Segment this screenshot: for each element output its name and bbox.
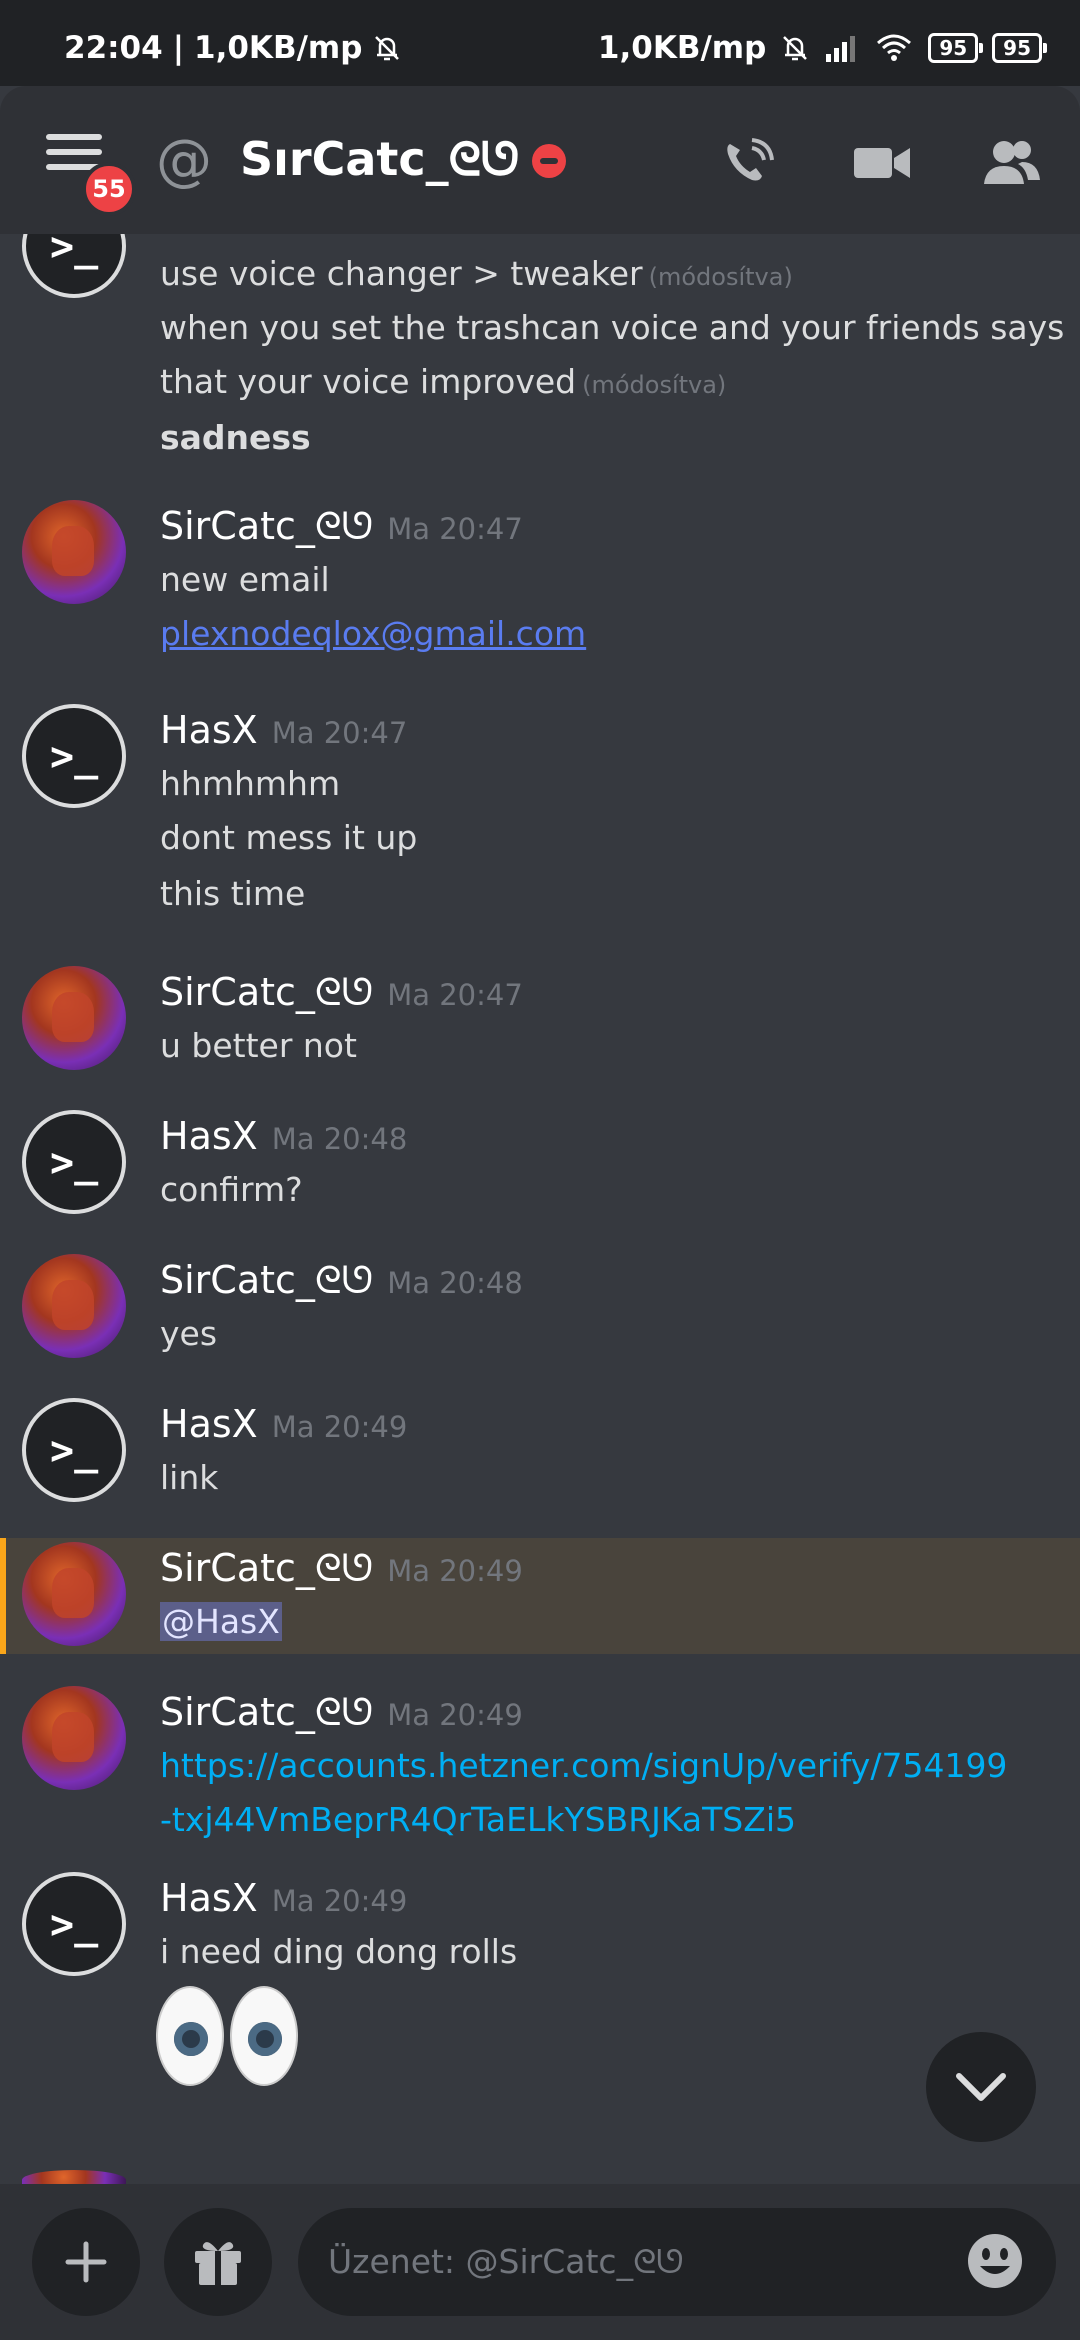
message: >_ HasX Ma 20:47 hhmhmhm dont mess it up …	[0, 704, 1080, 913]
message-line: i need ding dong rolls	[160, 1932, 518, 1971]
author-line: HasX Ma 20:47	[160, 708, 407, 752]
bell-muted-icon	[783, 36, 808, 61]
timestamp: Ma 20:49	[387, 1698, 523, 1732]
avatar[interactable]: >_	[22, 704, 126, 808]
chat-input-bar: Üzenet: @SirCatc_ᘓᘎ	[0, 2184, 1080, 2340]
scroll-to-bottom-button[interactable]	[926, 2032, 1036, 2142]
timestamp: Ma 20:47	[271, 716, 408, 750]
gift-icon	[195, 2242, 241, 2285]
message: >_ HasX Ma 20:49 link	[0, 1398, 1080, 1518]
author-name[interactable]: HasX	[160, 708, 258, 752]
plus-icon	[65, 2241, 107, 2283]
author-name[interactable]: SirCatc_ᘓᘎ	[160, 1546, 373, 1590]
message-line: when you set the trashcan voice and your…	[160, 308, 1065, 347]
timestamp: Ma 20:48	[271, 1122, 408, 1156]
message-line: dont mess it up	[160, 818, 418, 857]
message-input[interactable]: Üzenet: @SirCatc_ᘓᘎ	[298, 2208, 1056, 2316]
timestamp: Ma 20:49	[271, 1884, 408, 1918]
avatar[interactable]	[22, 966, 126, 1070]
battery-indicator: 95	[928, 33, 983, 63]
chevron-down-icon	[956, 2073, 1006, 2101]
voice-call-icon[interactable]	[718, 138, 778, 188]
user-mention[interactable]: @HasX	[160, 1602, 282, 1641]
channel-header: 55 @ SırCatc_ᘓᘎ	[0, 86, 1080, 234]
network-speed-right: 1,0KB/mp	[597, 30, 767, 66]
avatar[interactable]	[22, 1542, 126, 1646]
timestamp: Ma 20:49	[271, 1410, 408, 1444]
message: >_ HasX Ma 20:48 confirm?	[0, 1110, 1080, 1230]
author-line: SirCatc_ᘓᘎ Ma 20:48	[160, 1258, 523, 1303]
message-line: hhmhmhm	[160, 764, 341, 803]
attach-button[interactable]	[32, 2208, 140, 2316]
avatar[interactable]	[22, 1254, 126, 1358]
timestamp: Ma 20:48	[387, 1266, 523, 1300]
message-line: link	[160, 1458, 219, 1497]
avatar[interactable]: >_	[22, 1110, 126, 1214]
author-name[interactable]: HasX	[160, 1876, 258, 1920]
author-line: SirCatc_ᘓᘎ Ma 20:47	[160, 970, 523, 1015]
author-name[interactable]: HasX	[160, 1402, 258, 1446]
members-icon[interactable]	[982, 138, 1042, 188]
message-line: new email	[160, 560, 330, 599]
message-line: @HasX	[160, 1602, 282, 1641]
dnd-status-icon	[532, 144, 566, 178]
author-name[interactable]: SirCatc_ᘓᘎ	[160, 1690, 373, 1734]
message-list[interactable]: >_ use voice changer > tweaker (módosítva…	[0, 234, 1080, 2184]
avatar[interactable]	[22, 2170, 126, 2184]
author-line: SirCatc_ᘓᘎ Ma 20:47	[160, 504, 523, 549]
message-line: yes	[160, 1314, 218, 1353]
notification-badge: 55	[82, 162, 136, 216]
message-line: confirm?	[160, 1170, 303, 1209]
eyes-emoji-icon	[156, 1986, 298, 2086]
clock: 22:04	[64, 30, 163, 66]
battery-icon: 95	[992, 33, 1047, 63]
author-line: HasX Ma 20:49	[160, 1402, 407, 1446]
message: >_ HasX Ma 20:49 i need ding dong rolls	[0, 1872, 1080, 2132]
message: SirCatc_ᘓᘎ Ma 20:47 u better not	[0, 966, 1080, 1086]
message: SirCatc_ᘓᘎ Ma 20:49 https://accounts.hetz…	[0, 1686, 1080, 1839]
url-link[interactable]: -txj44VmBeprR4QrTaELkYSBRJKaTSZi5	[160, 1800, 796, 1839]
email-link[interactable]: plexnodeqlox@gmail.com	[160, 614, 586, 653]
message: SirCatc_ᘓᘎ Ma 20:47 new email plexnodeqlo…	[0, 500, 1080, 700]
author-name[interactable]: SirCatc_ᘓᘎ	[160, 970, 373, 1014]
author-line: SirCatc_ᘓᘎ Ma 20:49	[160, 1546, 523, 1591]
video-call-icon[interactable]	[852, 138, 912, 188]
page-title: SırCatc_ᘓᘎ	[240, 132, 520, 186]
message-line: use voice changer > tweaker (módosítva)	[160, 254, 793, 293]
author-line: SirCatc_ᘓᘎ Ma 20:49	[160, 1690, 523, 1735]
message-mention-highlight: SirCatc_ᘓᘎ Ma 20:49 @HasX	[0, 1538, 1080, 1654]
url-link[interactable]: https://accounts.hetzner.com/signUp/veri…	[160, 1746, 1007, 1785]
author-name[interactable]: SirCatc_ᘓᘎ	[160, 504, 373, 548]
avatar[interactable]: >_	[22, 234, 126, 298]
at-icon: @	[156, 128, 212, 193]
message-line: sadness	[160, 418, 311, 457]
message-input-placeholder: Üzenet: @SirCatc_ᘓᘎ	[328, 2242, 684, 2281]
wifi-icon	[877, 34, 912, 61]
message-line: this time	[160, 874, 306, 913]
message-line: that your voice improved (módosítva)	[160, 362, 727, 401]
author-line: HasX Ma 20:49	[160, 1876, 407, 1920]
edited-label: (módosítva)	[648, 263, 793, 291]
message: >_ use voice changer > tweaker (módosítva…	[0, 234, 1080, 457]
avatar[interactable]: >_	[22, 1872, 126, 1976]
emoji-picker-icon[interactable]	[966, 2232, 1024, 2290]
author-name[interactable]: SirCatc_ᘓᘎ	[160, 1258, 373, 1302]
message-line: u better not	[160, 1026, 357, 1065]
author-name[interactable]: HasX	[160, 1114, 258, 1158]
signal-icon	[826, 36, 856, 62]
timestamp: Ma 20:47	[387, 512, 523, 546]
avatar[interactable]	[22, 500, 126, 604]
author-line: HasX Ma 20:48	[160, 1114, 407, 1158]
avatar[interactable]: >_	[22, 1398, 126, 1502]
network-speed: 1,0KB/mp	[194, 30, 363, 66]
timestamp: Ma 20:49	[387, 1554, 523, 1588]
timestamp: Ma 20:47	[387, 978, 523, 1012]
message: SirCatc_ᘓᘎ Ma 20:48 yes	[0, 1254, 1080, 1374]
avatar[interactable]	[22, 1686, 126, 1790]
status-bar: 22:04 | 1,0KB/mp 1,0KB/mp 95 95	[0, 0, 1080, 86]
edited-label: (módosítva)	[582, 371, 727, 399]
gift-button[interactable]	[164, 2208, 272, 2316]
bell-muted-icon	[375, 36, 400, 61]
